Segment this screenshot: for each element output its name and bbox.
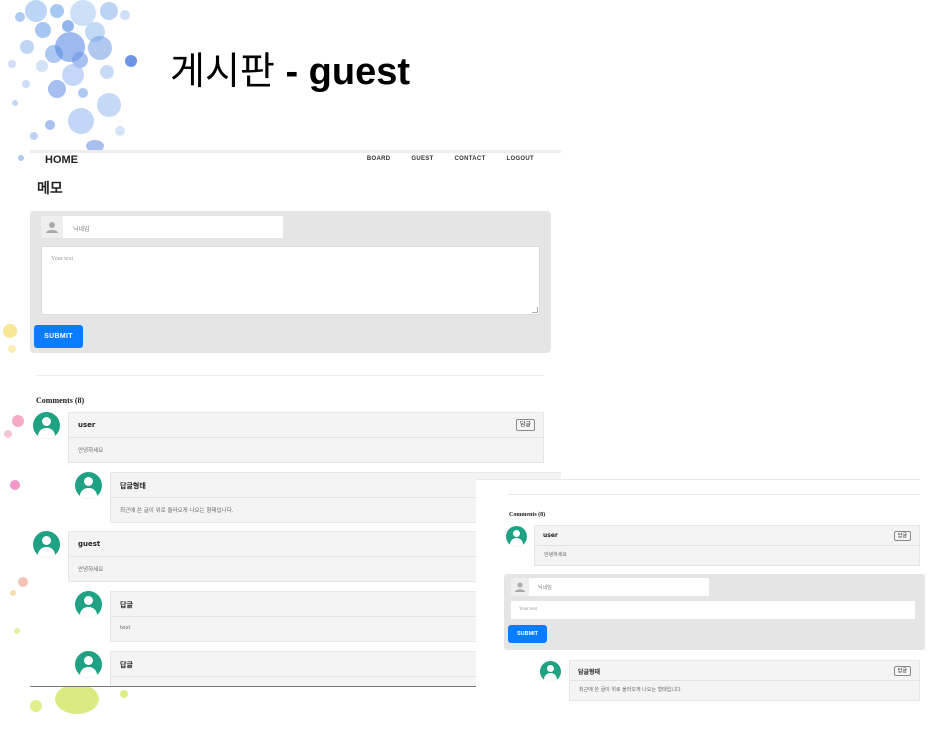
reply-nickname-field[interactable]: 닉네임: [511, 578, 709, 596]
comment-item: user 답글 안녕하세요: [68, 412, 544, 463]
comments-count: Comments (8): [509, 512, 546, 518]
comment-item: user 답글 안녕하세요: [534, 525, 920, 566]
slide-title: 게시판 - guest: [170, 40, 410, 95]
comment-author: user: [78, 421, 96, 429]
reply-button[interactable]: 답글: [515, 419, 535, 431]
reply-form: 닉네임 Your text SUBMIT: [504, 574, 925, 650]
reply-text-input[interactable]: Your text: [511, 601, 915, 619]
user-avatar-icon: [75, 591, 102, 618]
user-icon: [511, 578, 529, 596]
reply-text: test: [120, 625, 131, 631]
nav-menu: BOARD GUEST CONTACT LOGOUT: [367, 156, 534, 162]
reply-author: 답글형태: [120, 482, 146, 490]
memo-textarea-placeholder: Your text: [51, 256, 74, 262]
resize-handle-icon[interactable]: [532, 307, 538, 313]
comment-author: user: [543, 532, 558, 539]
reply-author: 답글형태: [578, 669, 601, 676]
slide-title-korean: 게시판: [170, 49, 275, 93]
comment-author: guest: [78, 540, 101, 548]
user-avatar-icon: [33, 531, 60, 558]
divider: [36, 375, 544, 376]
comment-item: guest 안녕하세요: [68, 531, 544, 582]
user-avatar-icon: [506, 526, 527, 547]
reply-text: 최근에 쓴 글이 위로 올라오게 나오는 형태입니다.: [579, 687, 683, 693]
nav-guest-link[interactable]: GUEST: [411, 156, 433, 162]
user-avatar-icon: [75, 651, 102, 678]
page-title: 메모: [37, 181, 63, 197]
reply-author: 답글: [120, 601, 133, 609]
slide-title-rest: - guest: [274, 51, 411, 93]
divider: [508, 494, 920, 495]
nav-home-link[interactable]: HOME: [45, 154, 78, 166]
reply-submit-button[interactable]: SUBMIT: [508, 625, 547, 643]
user-avatar-icon: [540, 661, 561, 682]
reply-button[interactable]: 답글: [893, 531, 911, 541]
nav-contact-link[interactable]: CONTACT: [455, 156, 486, 162]
comment-text: 안녕하세요: [78, 567, 104, 573]
comment-text: 안녕하세요: [78, 448, 104, 454]
nav-logout-link[interactable]: LOGOUT: [507, 156, 534, 162]
memo-textarea[interactable]: Your text: [41, 246, 540, 315]
user-icon: [41, 216, 63, 238]
reply-nickname-placeholder: 닉네임: [538, 585, 552, 591]
nickname-placeholder: 닉네임: [73, 226, 90, 233]
reply-text-placeholder: Your text: [519, 607, 538, 612]
reply-form-screenshot: Comments (8) user 답글 안녕하세요 닉네임 Your text…: [476, 479, 925, 704]
comment-text: 안녕하세요: [544, 552, 568, 558]
reply-text: 최근에 쓴 글이 위로 올라오게 나오는 형태입니다.: [120, 508, 234, 514]
reply-button[interactable]: 답글: [893, 666, 911, 676]
reply-item: 답글형태 답글 최근에 쓴 글이 위로 올라오게 나오는 형태입니다.: [569, 660, 920, 701]
comments-count: Comments (8): [36, 396, 85, 405]
nav-board-link[interactable]: BOARD: [367, 156, 391, 162]
submit-button[interactable]: SUBMIT: [34, 325, 83, 348]
divider: [30, 686, 476, 687]
user-avatar-icon: [75, 472, 102, 499]
memo-form: 닉네임 Your text SUBMIT: [30, 211, 551, 353]
reply-author: 답글: [120, 661, 133, 669]
nickname-field[interactable]: 닉네임: [41, 216, 283, 238]
user-avatar-icon: [33, 412, 60, 439]
